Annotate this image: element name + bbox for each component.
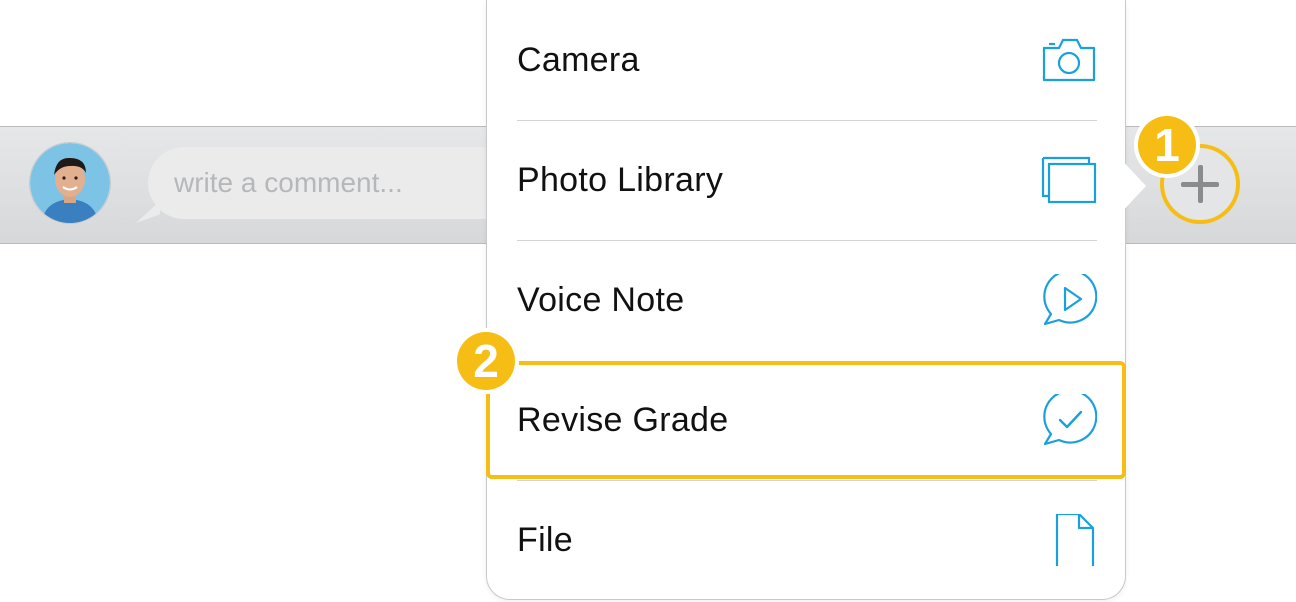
revise-grade-icon <box>1043 394 1097 446</box>
step-badge-2: 2 <box>457 332 515 390</box>
menu-item-label: Revise Grade <box>517 401 729 439</box>
attachment-menu: Camera Photo Library Voice Note Revise G… <box>486 0 1126 600</box>
menu-item-file[interactable]: File <box>487 480 1127 600</box>
menu-item-label: File <box>517 521 573 559</box>
voice-note-icon <box>1043 274 1097 326</box>
comment-bubble <box>148 147 508 219</box>
step-badge-1: 1 <box>1138 116 1196 174</box>
menu-item-voice-note[interactable]: Voice Note <box>487 240 1127 360</box>
menu-item-revise-grade[interactable]: Revise Grade <box>487 360 1127 480</box>
avatar-photo <box>30 143 110 223</box>
camera-icon <box>1042 38 1096 82</box>
menu-item-photo-library[interactable]: Photo Library <box>487 120 1127 240</box>
menu-item-label: Camera <box>517 41 640 79</box>
comment-input[interactable] <box>174 165 494 201</box>
menu-item-label: Voice Note <box>517 281 685 319</box>
file-icon <box>1055 514 1095 566</box>
menu-item-camera[interactable]: Camera <box>487 0 1127 120</box>
photo-library-icon <box>1041 156 1097 204</box>
menu-item-label: Photo Library <box>517 161 724 199</box>
avatar[interactable] <box>30 143 110 223</box>
